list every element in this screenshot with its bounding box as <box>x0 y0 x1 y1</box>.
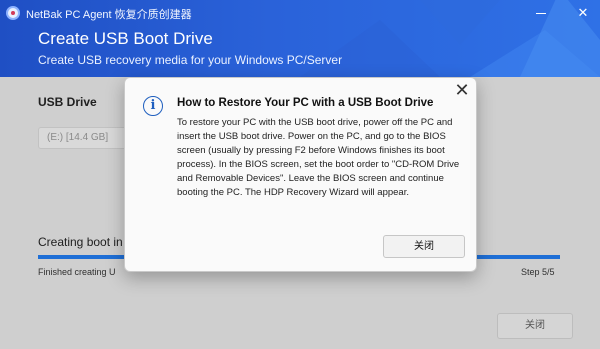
creating-status-label: Creating boot in <box>38 235 123 249</box>
step-indicator: Step 5/5 <box>521 267 555 277</box>
page-subtitle: Create USB recovery media for your Windo… <box>38 53 343 67</box>
info-icon: i <box>143 96 163 116</box>
dialog-title: How to Restore Your PC with a USB Boot D… <box>177 97 434 109</box>
finished-status-label: Finished creating U <box>38 267 116 277</box>
title-bar: NetBak PC Agent 恢复介质创建器 ✕ <box>0 0 600 26</box>
page-title: Create USB Boot Drive <box>38 29 213 48</box>
app-name: NetBak PC Agent 恢复介质创建器 <box>26 9 192 21</box>
dialog-close-icon[interactable]: ✕ <box>452 80 472 100</box>
app-logo-icon <box>6 6 20 20</box>
usb-drive-label: USB Drive <box>38 95 97 109</box>
restore-help-dialog: i ✕ How to Restore Your PC with a USB Bo… <box>124 77 477 272</box>
minimize-icon[interactable] <box>536 13 546 14</box>
close-button[interactable]: 关闭 <box>497 313 573 339</box>
header-banner: NetBak PC Agent 恢复介质创建器 ✕ Create USB Boo… <box>0 0 600 77</box>
window-close-icon[interactable]: ✕ <box>572 4 594 22</box>
dialog-close-button[interactable]: 关闭 <box>383 235 465 258</box>
dialog-body: To restore your PC with the USB boot dri… <box>177 117 460 198</box>
